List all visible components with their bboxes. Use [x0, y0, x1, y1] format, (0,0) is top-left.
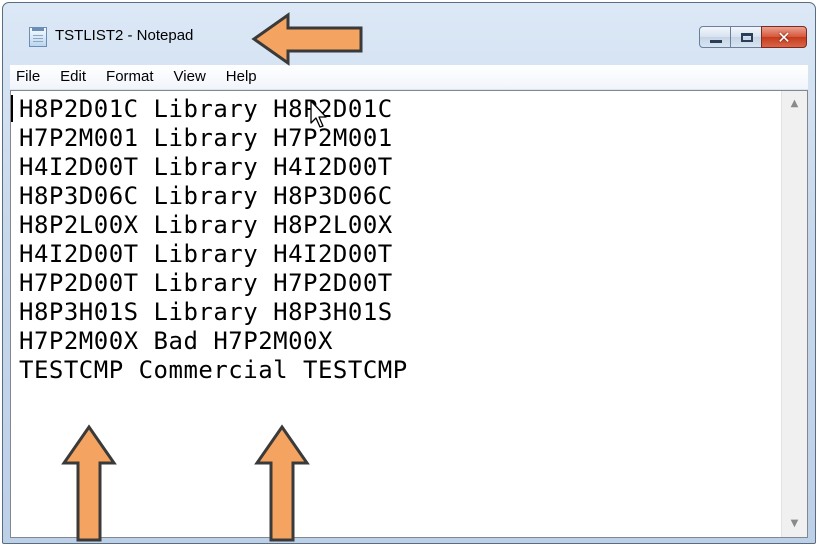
text-line: H4I2D00T Library H4I2D00T	[19, 240, 393, 268]
maximize-button[interactable]	[730, 26, 762, 48]
menu-edit[interactable]: Edit	[50, 65, 96, 89]
text-line: H8P2D01C Library H8P2D01C	[19, 95, 393, 123]
menu-bar: File Edit Format View Help	[10, 65, 808, 90]
menu-file[interactable]: File	[10, 65, 50, 89]
vertical-scrollbar[interactable]: ▲ ▼	[781, 91, 807, 537]
text-editor[interactable]: H8P2D01C Library H8P2D01C H7P2M001 Libra…	[10, 90, 808, 538]
text-caret	[11, 95, 13, 122]
notepad-icon[interactable]	[29, 27, 47, 47]
text-line: H7P2M00X Bad H7P2M00X	[19, 327, 333, 355]
menu-help[interactable]: Help	[216, 65, 267, 89]
up-annotation-arrow-icon	[254, 424, 310, 542]
text-line: H7P2M001 Library H7P2M001	[19, 124, 393, 152]
window-title: TSTLIST2 - Notepad	[55, 27, 194, 44]
notepad-window: TSTLIST2 - Notepad ✕ File Edit Format Vi…	[2, 2, 816, 544]
mouse-pointer-icon	[310, 100, 327, 128]
up-annotation-arrow-icon	[61, 424, 117, 542]
title-bar[interactable]: TSTLIST2 - Notepad ✕	[3, 3, 815, 65]
text-line: H4I2D00T Library H4I2D00T	[19, 153, 393, 181]
scroll-up-icon[interactable]: ▲	[782, 93, 807, 115]
close-button[interactable]: ✕	[761, 26, 807, 48]
caption-buttons: ✕	[699, 26, 807, 48]
close-icon: ✕	[777, 28, 791, 47]
text-line: H8P3H01S Library H8P3H01S	[19, 298, 393, 326]
maximize-icon	[741, 33, 753, 42]
scroll-down-icon[interactable]: ▼	[782, 513, 807, 535]
minimize-icon	[710, 40, 722, 43]
text-line: H8P3D06C Library H8P3D06C	[19, 182, 393, 210]
left-annotation-arrow-icon	[251, 12, 363, 66]
menu-format[interactable]: Format	[96, 65, 164, 89]
text-line: H7P2D00T Library H7P2D00T	[19, 269, 393, 297]
minimize-button[interactable]	[699, 26, 731, 48]
text-line: TESTCMP Commercial TESTCMP	[19, 356, 408, 384]
text-content[interactable]: H8P2D01C Library H8P2D01C H7P2M001 Libra…	[19, 95, 777, 537]
menu-view[interactable]: View	[164, 65, 216, 89]
text-line: H8P2L00X Library H8P2L00X	[19, 211, 393, 239]
